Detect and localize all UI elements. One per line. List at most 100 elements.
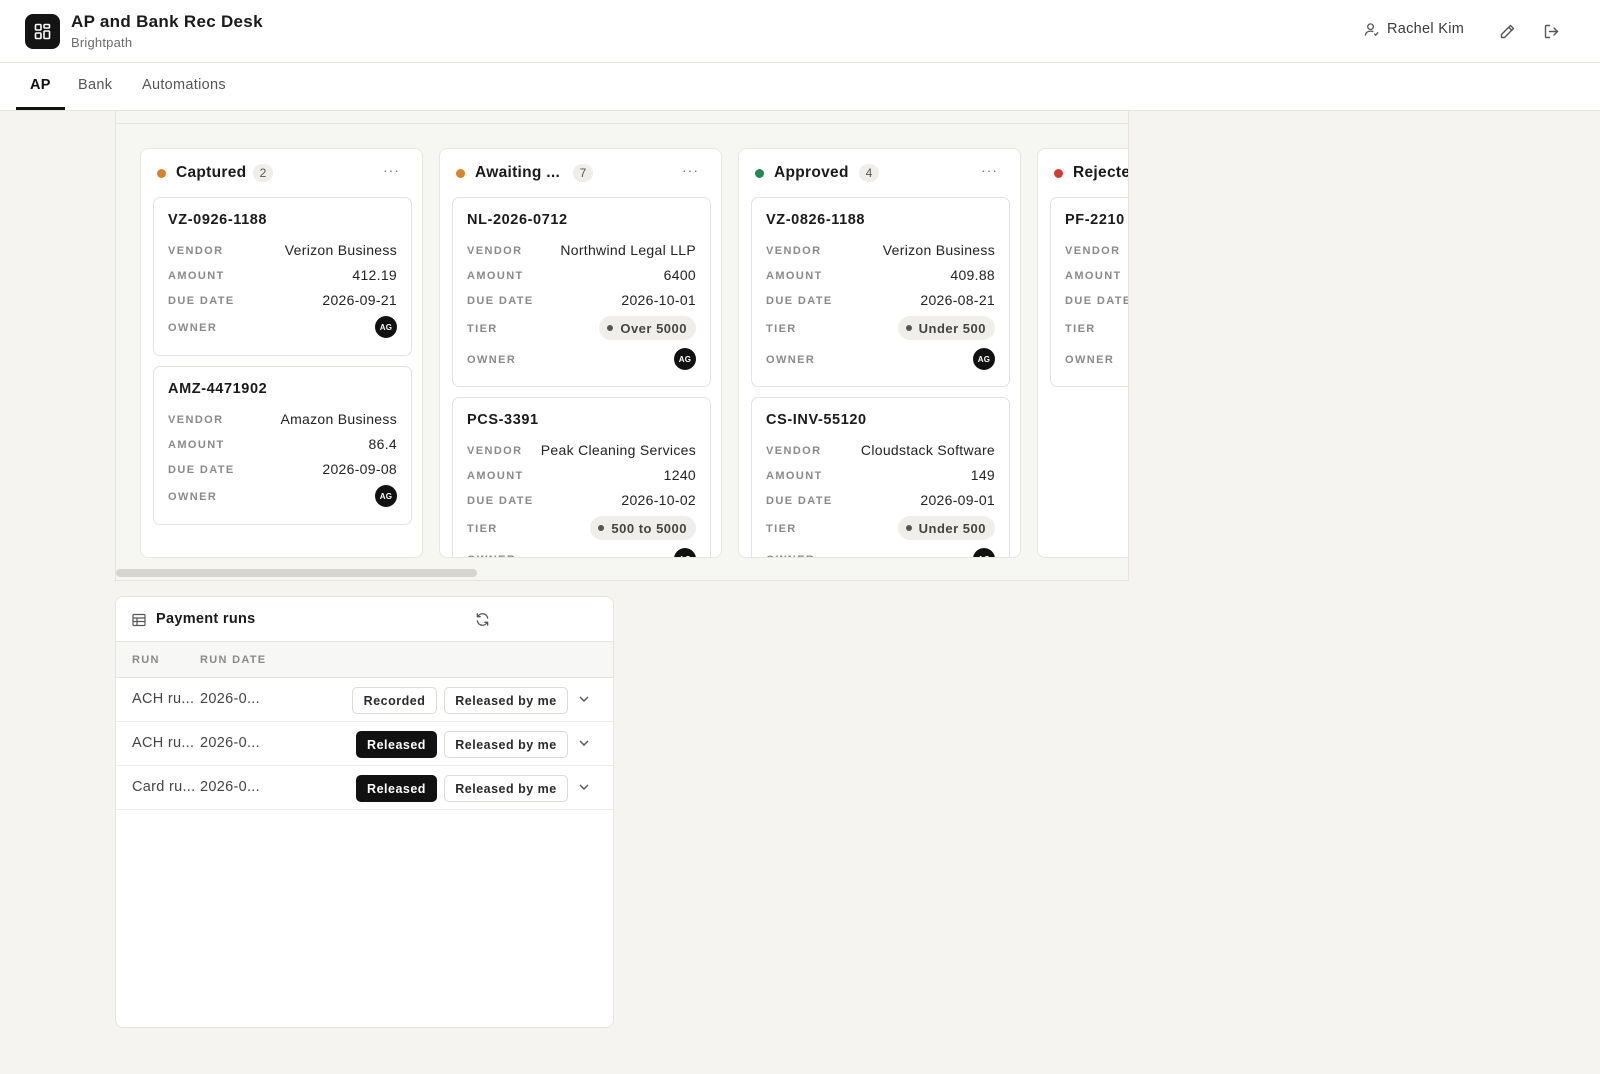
- invoice-id: AMZ-4471902: [168, 381, 268, 397]
- tier-dot: [598, 525, 605, 531]
- tier-label: TIER: [1065, 323, 1096, 335]
- avatar: AG: [674, 548, 696, 557]
- status-badge[interactable]: Released: [356, 731, 437, 758]
- invoice-card[interactable]: CS-INV-55120 VENDOR Cloudstack Software …: [751, 397, 1010, 557]
- avatar: AG: [973, 348, 995, 370]
- edit-button[interactable]: [1496, 20, 1518, 42]
- column-header-run[interactable]: RUN: [132, 654, 160, 666]
- invoice-card[interactable]: PF-2210 VENDOR AMOUNT DUE DATE TIER OWNE…: [1050, 197, 1129, 387]
- chevron-down-icon[interactable]: [577, 692, 591, 706]
- logout-button[interactable]: [1540, 20, 1562, 42]
- column-header: Captured 2 ···: [141, 149, 422, 197]
- status-badge[interactable]: Released: [356, 775, 437, 802]
- column-count-badge: 2: [253, 164, 273, 182]
- amount-label: AMOUNT: [766, 470, 823, 482]
- owner-label: OWNER: [467, 354, 517, 366]
- run-name: Card ru...: [132, 779, 196, 795]
- column-title: Captured: [176, 164, 247, 181]
- release-filter-button[interactable]: Released by me: [444, 687, 568, 714]
- vendor-label: VENDOR: [1065, 245, 1121, 257]
- tier-value: Under 500: [918, 520, 986, 536]
- release-filter-button[interactable]: Released by me: [444, 775, 568, 802]
- run-name: ACH ru...: [132, 735, 195, 751]
- column-header-run-date[interactable]: RUN DATE: [200, 654, 266, 666]
- tier-value: 500 to 5000: [611, 520, 687, 536]
- invoice-card[interactable]: NL-2026-0712 VENDOR Northwind Legal LLP …: [452, 197, 711, 387]
- column-count-badge: 7: [573, 164, 593, 182]
- chevron-down-icon[interactable]: [577, 736, 591, 750]
- tier-badge: Over 5000: [599, 316, 696, 340]
- tab-bank[interactable]: Bank: [78, 77, 112, 93]
- due-date-label: DUE DATE: [168, 295, 235, 307]
- tier-dot: [905, 525, 912, 531]
- panel-header: Payment runs: [116, 597, 613, 642]
- amount-label: AMOUNT: [1065, 270, 1122, 282]
- divider: [116, 123, 1128, 124]
- amount-value: 1240: [663, 467, 696, 483]
- owner-label: OWNER: [168, 491, 218, 503]
- invoice-board: Captured 2 ··· VZ-0926-1188 VENDOR Veriz…: [115, 111, 1129, 581]
- more-options-icon[interactable]: ···: [682, 162, 699, 178]
- owner-label: OWNER: [766, 354, 816, 366]
- logout-icon: [1544, 24, 1558, 38]
- amount-value: 409.88: [950, 267, 995, 283]
- table-row[interactable]: ACH ru... 2026-0... Recorded Released by…: [116, 678, 613, 722]
- due-date-value: 2026-10-01: [621, 292, 696, 308]
- invoice-id: PCS-3391: [467, 412, 539, 428]
- vendor-label: VENDOR: [467, 445, 523, 457]
- status-dot: [157, 169, 166, 178]
- vendor-value: Peak Cleaning Services: [540, 442, 696, 458]
- more-options-icon[interactable]: ···: [383, 162, 400, 178]
- tier-dot: [607, 325, 614, 331]
- tier-badge: 500 to 5000: [590, 516, 696, 540]
- run-name: ACH ru...: [132, 691, 195, 707]
- invoice-card[interactable]: VZ-0926-1188 VENDOR Verizon Business AMO…: [153, 197, 412, 356]
- user-menu[interactable]: Rachel Kim: [1364, 21, 1464, 37]
- owner-label: OWNER: [168, 322, 218, 334]
- table-row[interactable]: ACH ru... 2026-0... Released Released by…: [116, 722, 613, 766]
- due-date-label: DUE DATE: [1065, 295, 1129, 307]
- release-filter-button[interactable]: Released by me: [444, 731, 568, 758]
- avatar: AG: [375, 485, 397, 507]
- tier-value: Over 5000: [620, 320, 687, 336]
- due-date-label: DUE DATE: [467, 295, 534, 307]
- run-date: 2026-0...: [200, 735, 260, 751]
- table-row[interactable]: Card ru... 2026-0... Released Released b…: [116, 766, 613, 810]
- invoice-id: VZ-0926-1188: [168, 212, 268, 228]
- avatar: AG: [973, 548, 995, 557]
- status-badge[interactable]: Recorded: [352, 687, 437, 714]
- due-date-label: DUE DATE: [766, 295, 833, 307]
- tier-label: TIER: [467, 323, 498, 335]
- column-count-badge: 4: [859, 164, 879, 182]
- status-dot: [755, 169, 764, 178]
- column-title: Awaiting ...: [475, 164, 561, 181]
- vendor-value: Cloudstack Software: [860, 442, 995, 458]
- owner-label: OWNER: [1065, 354, 1115, 366]
- invoice-id: CS-INV-55120: [766, 412, 867, 428]
- user-name: Rachel Kim: [1387, 21, 1465, 37]
- tier-badge: Under 500: [897, 516, 995, 540]
- more-options-icon[interactable]: ···: [981, 162, 998, 178]
- tab-automations[interactable]: Automations: [142, 77, 226, 93]
- tab-ap[interactable]: AP: [30, 77, 51, 93]
- due-date-value: 2026-08-21: [920, 292, 995, 308]
- due-date-value: 2026-09-08: [322, 461, 397, 477]
- chevron-down-icon[interactable]: [577, 780, 591, 794]
- avatar: AG: [375, 316, 397, 338]
- run-date: 2026-0...: [200, 691, 260, 707]
- run-date: 2026-0...: [200, 779, 260, 795]
- pencil-icon: [1500, 24, 1514, 38]
- invoice-card[interactable]: PCS-3391 VENDOR Peak Cleaning Services A…: [452, 397, 711, 557]
- vendor-value: Amazon Business: [280, 411, 397, 427]
- due-date-value: 2026-10-02: [621, 492, 696, 508]
- invoice-card[interactable]: AMZ-4471902 VENDOR Amazon Business AMOUN…: [153, 366, 412, 525]
- horizontal-scrollbar[interactable]: [116, 569, 477, 577]
- board-column-approved: Approved 4 ··· VZ-0826-1188 VENDOR Veriz…: [738, 148, 1021, 558]
- refresh-icon[interactable]: [475, 612, 490, 627]
- grid-icon: [25, 14, 60, 49]
- due-date-label: DUE DATE: [467, 495, 534, 507]
- column-header: Approved 4 ···: [739, 149, 1020, 197]
- org-name: Brightpath: [71, 35, 133, 50]
- column-header: Awaiting ... 7 ···: [440, 149, 721, 197]
- invoice-card[interactable]: VZ-0826-1188 VENDOR Verizon Business AMO…: [751, 197, 1010, 387]
